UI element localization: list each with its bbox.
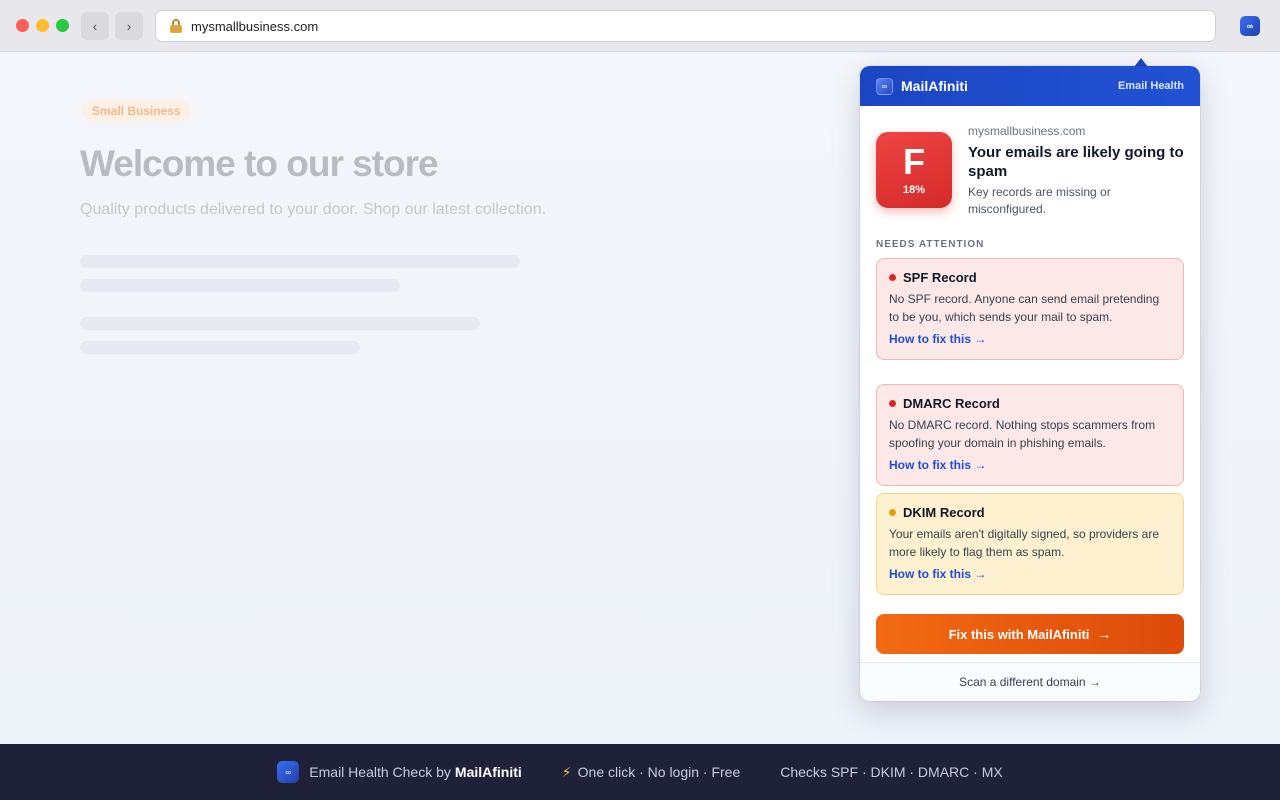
skeleton-line [80, 279, 400, 292]
banner-checks: Checks SPF · DKIM · DMARC · MX [780, 764, 1003, 780]
issue-card-dkim: DKIM Record Your emails aren't digitally… [876, 493, 1184, 595]
popup-header: ∞ MailAfiniti Email Health [860, 66, 1200, 106]
cta-label: Fix this with MailAfiniti [948, 626, 1090, 642]
skeleton-line [80, 341, 360, 354]
how-to-fix-link[interactable]: How to fix this → [889, 458, 986, 472]
issue-description: Your emails aren't digitally signed, so … [889, 527, 1159, 559]
arrow-right-icon: → [1097, 626, 1112, 642]
mailafiniti-logo-icon: ∞ [277, 761, 300, 783]
scanned-domain: mysmallbusiness.com [968, 124, 1086, 138]
url-text[interactable]: mysmallbusiness.com [191, 19, 318, 34]
grade-badge: F 18% [876, 132, 952, 208]
issue-description: No SPF record. Anyone can send email pre… [889, 292, 1160, 324]
status-dot-icon [889, 274, 896, 281]
issue-title: DKIM Record [903, 505, 985, 520]
issue-title: SPF Record [903, 270, 977, 285]
how-to-fix-link[interactable]: How to fix this → [889, 332, 986, 346]
popup-footer: Scan a different domain → [860, 662, 1200, 701]
scan-different-domain-link[interactable]: Scan a different domain → [959, 675, 1101, 689]
browser-toolbar: ‹ › mysmallbusiness.com ∞ [0, 0, 1280, 52]
page-badge: Small Business [82, 100, 191, 122]
mailafiniti-extension-icon[interactable]: ∞ [1240, 16, 1260, 36]
fix-with-mailafiniti-button[interactable]: Fix this with MailAfiniti → [876, 614, 1184, 654]
popup-tag: Email Health [1117, 80, 1184, 92]
close-window-button[interactable] [16, 19, 29, 32]
page-subtitle: Quality products delivered to your door.… [80, 201, 547, 218]
back-button[interactable]: ‹ [81, 12, 109, 40]
section-label: NEEDS ATTENTION [876, 239, 985, 250]
grade-percent: 18% [902, 184, 926, 196]
how-to-fix-link[interactable]: How to fix this → [889, 567, 986, 581]
skeleton-line [80, 317, 480, 330]
banner-prefix: Email Health Check by [309, 764, 451, 780]
lightning-icon: ⚡ [561, 763, 572, 780]
grade-letter: F [903, 141, 925, 182]
summary-headline: Your emails are likely going to spam [968, 144, 1184, 180]
minimize-window-button[interactable] [36, 19, 49, 32]
summary-description: Key records are missing or misconfigured… [968, 185, 1111, 216]
issue-card-spf: SPF Record No SPF record. Anyone can sen… [876, 258, 1184, 360]
status-dot-icon [889, 400, 896, 407]
banner-brand: MailAfiniti [454, 764, 522, 780]
issue-description: No DMARC record. Nothing stops scammers … [889, 418, 1156, 450]
extension-popup: ∞ MailAfiniti Email Health F 18% mysmall… [860, 66, 1200, 701]
page-title: Welcome to our store [80, 143, 439, 184]
address-bar[interactable]: mysmallbusiness.com [155, 10, 1216, 42]
popup-brand: MailAfiniti [901, 78, 968, 94]
mailafiniti-logo-icon: ∞ [876, 77, 893, 95]
banner-features: One click · No login · Free [577, 764, 741, 780]
issue-title: DMARC Record [903, 396, 1000, 411]
skeleton-line [80, 255, 520, 268]
bottom-banner: ∞ Email Health Check by MailAfiniti ⚡ On… [0, 744, 1280, 800]
status-dot-icon [889, 509, 896, 516]
lock-icon [170, 19, 182, 33]
forward-button[interactable]: › [115, 12, 143, 40]
issue-card-dmarc: DMARC Record No DMARC record. Nothing st… [876, 384, 1184, 486]
maximize-window-button[interactable] [56, 19, 69, 32]
